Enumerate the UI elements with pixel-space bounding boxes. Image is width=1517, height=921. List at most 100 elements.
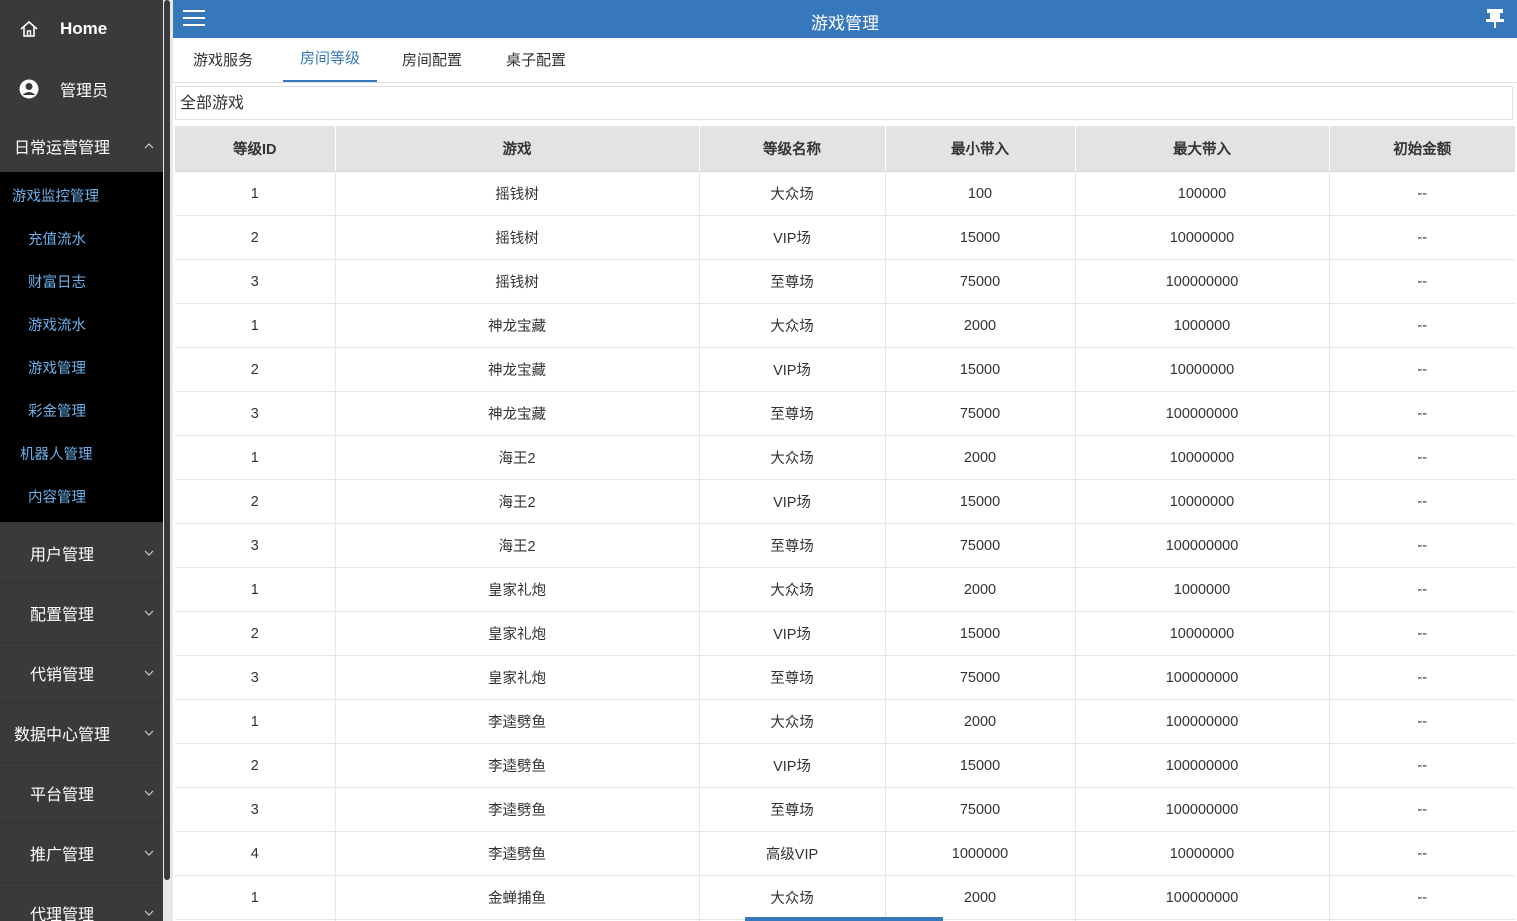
initial-amount-cell: -- (1329, 831, 1515, 876)
max-buyin-cell: 10000000 (1075, 347, 1330, 392)
table-row[interactable]: 3 摇钱树 至尊场 75000 100000000 -- (175, 259, 1515, 304)
game-cell: 海王2 (335, 435, 700, 480)
table-row[interactable]: 2 神龙宝藏 VIP场 15000 10000000 -- (175, 347, 1515, 392)
pin-icon[interactable] (1485, 7, 1505, 29)
sidebar-item-game-manage[interactable]: 游戏管理 (0, 346, 163, 389)
column-header-initial-amount[interactable]: 初始金额 (1329, 126, 1515, 172)
table-row[interactable]: 2 李逵劈鱼 VIP场 15000 100000000 -- (175, 743, 1515, 788)
sidebar-group-data-center[interactable]: 数据中心管理 (0, 702, 163, 762)
initial-amount-cell: -- (1329, 435, 1515, 480)
sidebar-item-recharge[interactable]: 充值流水 (0, 217, 163, 260)
sidebar-group-label: 代销管理 (30, 666, 95, 684)
sidebar-item-game-monitor[interactable]: 游戏监控管理 (0, 174, 163, 217)
min-buyin-cell: 2000 (885, 435, 1076, 480)
tab-game-service[interactable]: 游戏服务 (187, 38, 259, 80)
column-header-game[interactable]: 游戏 (335, 126, 700, 172)
table-row[interactable]: 2 皇家礼炮 VIP场 15000 10000000 -- (175, 611, 1515, 656)
sidebar-item-wealth-log[interactable]: 财富日志 (0, 260, 163, 303)
level-id-cell: 3 (175, 523, 336, 568)
sidebar-item-jackpot[interactable]: 彩金管理 (0, 389, 163, 432)
table-row[interactable]: 1 摇钱树 大众场 100 100000 -- (175, 171, 1515, 216)
horizontal-scrollbar[interactable] (745, 917, 943, 921)
table-row[interactable]: 2 摇钱树 VIP场 15000 10000000 -- (175, 215, 1515, 260)
initial-amount-cell: -- (1329, 655, 1515, 700)
initial-amount-cell: -- (1329, 303, 1515, 348)
initial-amount-cell: -- (1329, 699, 1515, 744)
game-filter-select[interactable]: 全部游戏 (175, 86, 1513, 120)
min-buyin-cell: 75000 (885, 787, 1076, 832)
chevron-down-icon (144, 730, 154, 736)
sidebar-item-robot[interactable]: 机器人管理 (0, 432, 163, 475)
game-cell: 摇钱树 (335, 259, 700, 304)
max-buyin-cell: 100000000 (1075, 743, 1330, 788)
max-buyin-cell: 1000000 (1075, 567, 1330, 612)
game-cell: 李逵劈鱼 (335, 699, 700, 744)
sidebar-group-users[interactable]: 用户管理 (0, 522, 163, 582)
sidebar-item-content[interactable]: 内容管理 (0, 475, 163, 518)
scrollbar-thumb[interactable] (164, 0, 170, 880)
game-cell: 神龙宝藏 (335, 347, 700, 392)
tab-room-config[interactable]: 房间配置 (395, 38, 469, 80)
sidebar-scrollbar[interactable] (163, 0, 173, 921)
sidebar-home[interactable]: Home (0, 0, 163, 58)
table-row[interactable]: 4 李逵劈鱼 高级VIP 1000000 10000000 -- (175, 831, 1515, 876)
level-id-cell: 2 (175, 611, 336, 656)
table-row[interactable]: 3 皇家礼炮 至尊场 75000 100000000 -- (175, 655, 1515, 700)
level-name-cell: 高级VIP (699, 831, 886, 876)
sidebar-group-promotion[interactable]: 推广管理 (0, 822, 163, 882)
min-buyin-cell: 2000 (885, 875, 1076, 920)
chevron-up-icon (144, 143, 154, 149)
chevron-down-icon (144, 610, 154, 616)
sidebar-item-game-flow[interactable]: 游戏流水 (0, 303, 163, 346)
min-buyin-cell: 15000 (885, 479, 1076, 524)
table-row[interactable]: 3 海王2 至尊场 75000 100000000 -- (175, 523, 1515, 568)
tab-table-config[interactable]: 桌子配置 (499, 38, 573, 80)
sidebar-admin[interactable]: 管理员 (0, 58, 163, 120)
level-id-cell: 3 (175, 391, 336, 436)
sidebar-group-label: 代理管理 (30, 906, 95, 921)
sidebar-group-config[interactable]: 配置管理 (0, 582, 163, 642)
table-row[interactable]: 1 李逵劈鱼 大众场 2000 100000000 -- (175, 699, 1515, 744)
column-header-level-id[interactable]: 等级ID (175, 126, 336, 172)
table-row[interactable]: 1 海王2 大众场 2000 10000000 -- (175, 435, 1515, 480)
table-row[interactable]: 1 金蝉捕鱼 大众场 2000 100000000 -- (175, 875, 1515, 920)
game-cell: 摇钱树 (335, 215, 700, 260)
initial-amount-cell: -- (1329, 391, 1515, 436)
column-header-min-buyin[interactable]: 最小带入 (885, 126, 1076, 172)
initial-amount-cell: -- (1329, 259, 1515, 304)
max-buyin-cell: 100000 (1075, 171, 1330, 216)
sidebar-group-daily[interactable]: 日常运营管理 (0, 120, 163, 172)
game-cell: 海王2 (335, 479, 700, 524)
game-cell: 李逵劈鱼 (335, 787, 700, 832)
min-buyin-cell: 75000 (885, 391, 1076, 436)
table-row[interactable]: 1 神龙宝藏 大众场 2000 1000000 -- (175, 303, 1515, 348)
sidebar-submenu: 游戏监控管理 充值流水 财富日志 游戏流水 游戏管理 彩金管理 机器人管理 内容… (0, 172, 163, 522)
table-row[interactable]: 2 海王2 VIP场 15000 10000000 -- (175, 479, 1515, 524)
table-row[interactable]: 3 李逵劈鱼 至尊场 75000 100000000 -- (175, 787, 1515, 832)
max-buyin-cell: 10000000 (1075, 831, 1330, 876)
sidebar-group-label: 推广管理 (30, 846, 95, 864)
initial-amount-cell: -- (1329, 611, 1515, 656)
tab-bar: 游戏服务 房间等级 房间配置 桌子配置 (173, 38, 1517, 83)
table-row[interactable]: 3 神龙宝藏 至尊场 75000 100000000 -- (175, 391, 1515, 436)
level-id-cell: 3 (175, 655, 336, 700)
max-buyin-cell: 10000000 (1075, 435, 1330, 480)
level-id-cell: 3 (175, 259, 336, 304)
sidebar-group-consign[interactable]: 代销管理 (0, 642, 163, 702)
game-cell: 金蝉捕鱼 (335, 875, 700, 920)
column-header-max-buyin[interactable]: 最大带入 (1075, 126, 1330, 172)
level-name-cell: VIP场 (699, 743, 886, 788)
sidebar-group-agent[interactable]: 代理管理 (0, 882, 163, 921)
initial-amount-cell: -- (1329, 743, 1515, 788)
min-buyin-cell: 15000 (885, 215, 1076, 260)
table-row[interactable]: 1 皇家礼炮 大众场 2000 1000000 -- (175, 567, 1515, 612)
initial-amount-cell: -- (1329, 567, 1515, 612)
column-header-level-name[interactable]: 等级名称 (699, 126, 886, 172)
level-name-cell: 大众场 (699, 171, 886, 216)
min-buyin-cell: 15000 (885, 611, 1076, 656)
tab-room-level[interactable]: 房间等级 (283, 38, 377, 82)
game-cell: 李逵劈鱼 (335, 743, 700, 788)
sidebar-group-platform[interactable]: 平台管理 (0, 762, 163, 822)
room-level-table: 等级ID 游戏 等级名称 最小带入 最大带入 初始金额 1 摇钱树 大众场 100 10… (175, 126, 1515, 921)
sidebar: Home 管理员 日常运营管理 游戏监控管理 充值流水 财富日志 游戏流水 游戏… (0, 0, 163, 921)
